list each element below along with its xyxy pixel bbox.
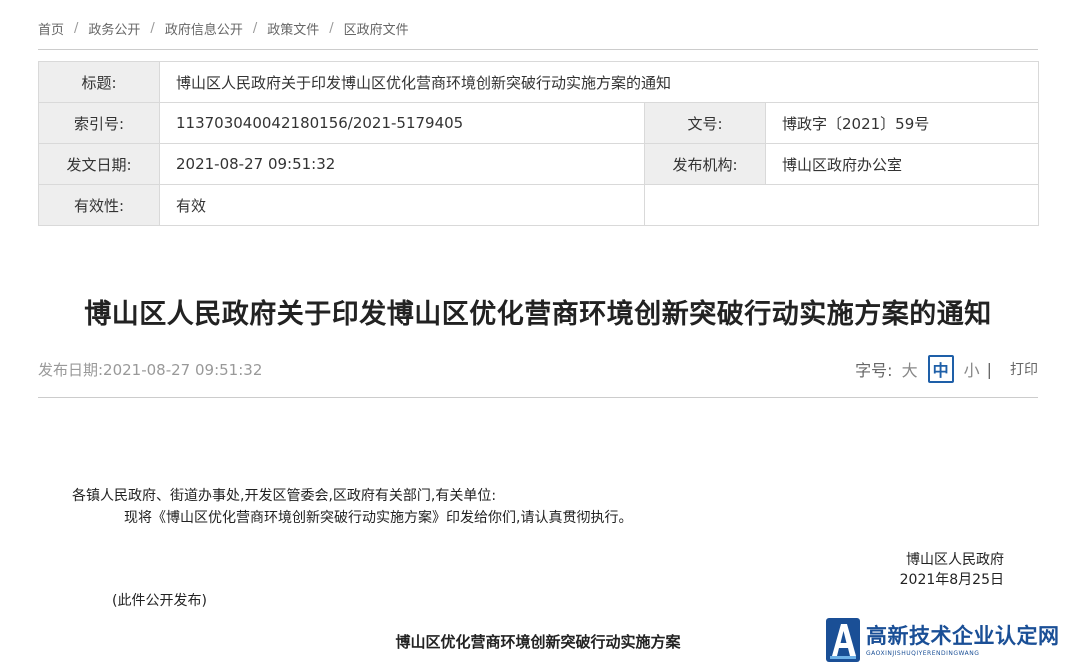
meta-validity-label: 有效性:: [38, 184, 160, 226]
breadcrumb-home[interactable]: 首页: [38, 19, 64, 38]
publish-date: 发布日期:2021-08-27 09:51:32: [38, 360, 263, 379]
font-large-button[interactable]: 大: [902, 357, 918, 381]
meta-index-value: 113703040042180156/2021-5179405: [159, 102, 645, 144]
breadcrumb-separator: /: [150, 20, 155, 36]
font-size-separator: |: [986, 359, 992, 379]
breadcrumb-separator: /: [74, 20, 79, 36]
breadcrumb-gov-info[interactable]: 政府信息公开: [165, 19, 243, 38]
meta-row-index: 索引号: 113703040042180156/2021-5179405 文号:…: [38, 102, 1039, 144]
body-paragraph: 现将《博山区优化营商环境创新突破行动实施方案》印发给你们,请认真贯彻执行。: [124, 510, 633, 526]
breadcrumb-gov-affairs[interactable]: 政务公开: [88, 19, 140, 38]
watermark-text: 高新技术企业认定网: [866, 623, 1060, 648]
top-divider: [38, 49, 1038, 50]
meta-date-value: 2021-08-27 09:51:32: [159, 143, 645, 185]
article-title: 博山区人民政府关于印发博山区优化营商环境创新突破行动实施方案的通知: [84, 299, 992, 330]
addressee-line: 各镇人民政府、街道办事处,开发区管委会,区政府有关部门,有关单位:: [72, 488, 497, 504]
publish-info-bar: 发布日期:2021-08-27 09:51:32 字号: 大 中 小 | 打印: [38, 355, 1038, 383]
signature-date: 2021年8月25日: [899, 572, 1004, 588]
print-button[interactable]: 打印: [1010, 359, 1038, 379]
meta-date-label: 发文日期:: [38, 143, 160, 185]
article-divider: [38, 397, 1038, 398]
meta-index-label: 索引号:: [38, 102, 160, 144]
watermark-logo-icon: [826, 618, 860, 662]
meta-empty-cell: [644, 184, 1039, 226]
meta-row-title: 标题: 博山区人民政府关于印发博山区优化营商环境创新突破行动实施方案的通知: [38, 61, 1039, 103]
meta-title-value: 博山区人民政府关于印发博山区优化营商环境创新突破行动实施方案的通知: [159, 61, 1039, 103]
meta-docno-value: 博政字〔2021〕59号: [765, 102, 1039, 144]
breadcrumb-separator: /: [329, 20, 334, 36]
meta-validity-value: 有效: [159, 184, 645, 226]
meta-docno-label: 文号:: [644, 102, 766, 144]
meta-row-validity: 有效性: 有效: [38, 184, 1039, 226]
meta-row-date: 发文日期: 2021-08-27 09:51:32 发布机构: 博山区政府办公室: [38, 143, 1039, 185]
public-release-note: (此件公开发布): [112, 593, 207, 609]
site-watermark: 高新技术企业认定网 GAOXINJISHUQIYERENDINGWANG: [826, 613, 1074, 667]
breadcrumb-policy-docs[interactable]: 政策文件: [267, 19, 319, 38]
meta-org-value: 博山区政府办公室: [765, 143, 1039, 185]
font-medium-button[interactable]: 中: [927, 355, 954, 383]
font-size-label: 字号:: [855, 361, 893, 380]
breadcrumb-separator: /: [252, 20, 258, 36]
meta-org-label: 发布机构:: [644, 143, 766, 185]
font-small-button[interactable]: 小: [964, 357, 980, 381]
breadcrumb: 首页 / 政务公开 / 政府信息公开 / 政策文件 / 区政府文件: [38, 17, 1038, 39]
font-size-controls: 字号: 大 中 小 | 打印: [855, 355, 1038, 383]
breadcrumb-district-docs[interactable]: 区政府文件: [344, 19, 409, 38]
meta-title-label: 标题:: [38, 61, 160, 103]
watermark-subtext: GAOXINJISHUQIYERENDINGWANG: [866, 649, 980, 657]
signature-org: 博山区人民政府: [906, 552, 1004, 568]
document-meta-table: 标题: 博山区人民政府关于印发博山区优化营商环境创新突破行动实施方案的通知 索引…: [38, 61, 1039, 226]
